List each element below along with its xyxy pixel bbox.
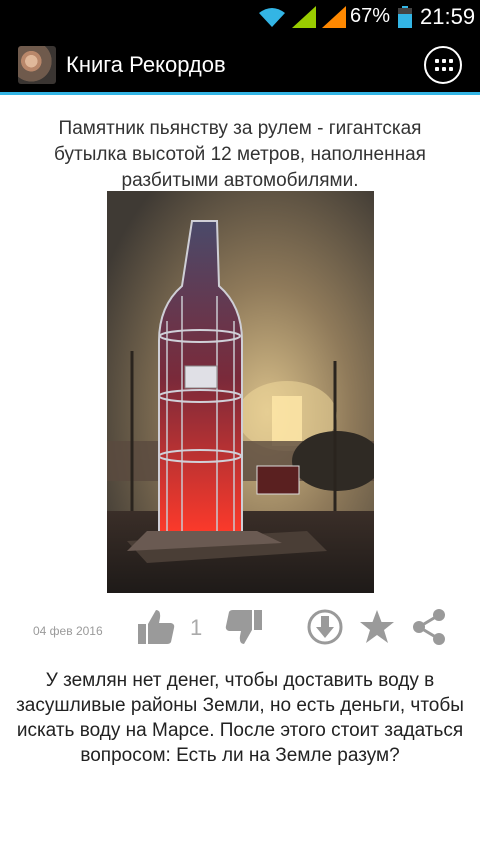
clock: 21:59 bbox=[420, 4, 476, 29]
signal-icon bbox=[292, 6, 316, 28]
app-logo-icon[interactable] bbox=[18, 46, 56, 84]
share-icon[interactable] bbox=[410, 608, 448, 646]
grid-menu-button[interactable] bbox=[424, 46, 462, 84]
star-icon[interactable] bbox=[358, 608, 396, 646]
like-icon[interactable] bbox=[136, 608, 176, 646]
status-bar: 67% 21:59 bbox=[0, 0, 480, 33]
post-actions-bar: 04 фев 2016 1 bbox=[0, 600, 480, 656]
action-bar: Книга Рекордов bbox=[0, 33, 480, 95]
post-date: 04 фев 2016 bbox=[33, 624, 103, 638]
battery-icon bbox=[398, 6, 412, 28]
app-title: Книга Рекордов bbox=[66, 52, 226, 77]
grid-menu-icon bbox=[435, 59, 453, 73]
next-post-text: У землян нет денег, чтобы доставить воду… bbox=[16, 670, 464, 766]
wifi-icon bbox=[259, 8, 285, 27]
signal-icon bbox=[322, 6, 346, 28]
post-photo[interactable] bbox=[107, 191, 374, 593]
battery-percent: 67% bbox=[350, 5, 391, 27]
dislike-icon[interactable] bbox=[224, 608, 264, 646]
like-count: 1 bbox=[190, 615, 203, 640]
bottle-monument-image bbox=[107, 191, 374, 593]
post-caption: Памятник пьянству за рулем - гигантская … bbox=[54, 118, 426, 191]
download-icon[interactable] bbox=[306, 608, 344, 646]
